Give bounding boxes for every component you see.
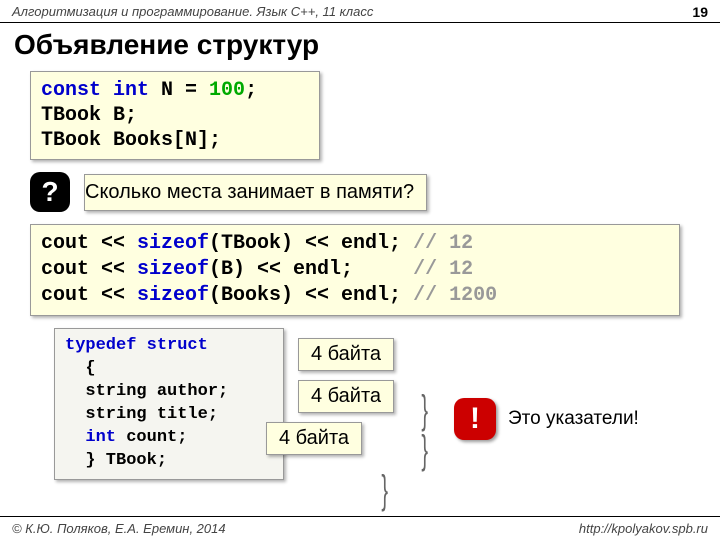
exclaim-row: ! Это указатели! [454,358,639,480]
code-sizeof: cout << sizeof(TBook) << endl; // 12 cou… [30,224,680,316]
byte-labels: 4 байта 4 байта 4 байта [284,328,434,480]
page-title: Объявление структур [0,23,720,65]
header: Алгоритмизация и программирование. Язык … [0,0,720,23]
brace-icon: } [421,428,428,473]
bottom-area: typedef struct { string author; string t… [54,328,720,480]
code-typedef: typedef struct { string author; string t… [54,328,284,480]
byte-label-1: 4 байта [298,338,394,371]
code-declaration: const int N = 100; TBook B; TBook Books[… [30,71,320,160]
question-text: Сколько места занимает в памяти? [84,174,427,211]
exclaim-icon: ! [454,398,496,440]
copyright: © К.Ю. Поляков, Е.А. Еремин, 2014 [12,521,226,536]
brace-icon: } [381,468,388,513]
byte-label-2: 4 байта [298,380,394,413]
question-icon: ? [30,172,70,212]
brace-icon: } [421,388,428,433]
byte-label-3: 4 байта [266,422,362,455]
page-number: 19 [692,4,708,20]
question-row: ? Сколько места занимает в памяти? [30,172,720,212]
footer: © К.Ю. Поляков, Е.А. Еремин, 2014 http:/… [0,516,720,540]
footer-link: http://kpolyakov.spb.ru [579,521,708,536]
exclaim-text: Это указатели! [508,408,639,430]
header-text: Алгоритмизация и программирование. Язык … [12,4,373,19]
